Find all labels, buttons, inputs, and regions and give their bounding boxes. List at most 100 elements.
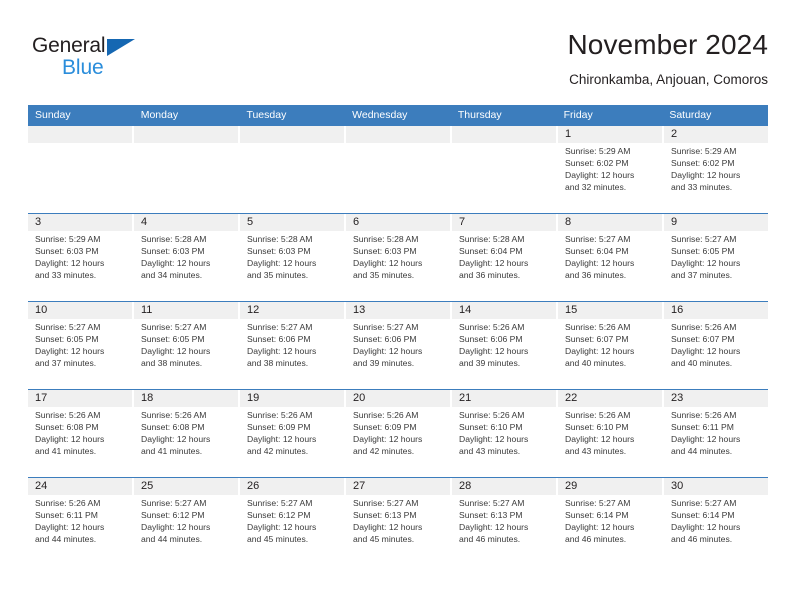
day-number: 23 bbox=[671, 392, 684, 404]
daylight-text: and 44 minutes. bbox=[141, 534, 203, 545]
day-number-band: 24 bbox=[28, 478, 132, 495]
calendar-day-cell[interactable]: 13 Sunrise: 5:27 AM Sunset: 6:06 PM Dayligh… bbox=[346, 302, 452, 389]
day-number: 24 bbox=[35, 480, 48, 492]
daylight-text: and 33 minutes. bbox=[35, 270, 97, 281]
daylight-text: and 37 minutes. bbox=[671, 270, 733, 281]
day-details: Sunrise: 5:28 AM Sunset: 6:04 PM Daylight:… bbox=[452, 231, 556, 281]
calendar-page: General Blue November 2024 Chironkamba, … bbox=[0, 0, 792, 612]
calendar-day-cell[interactable]: 1 Sunrise: 5:29 AM Sunset: 6:02 PM Daylight… bbox=[558, 126, 664, 213]
calendar-day-cell[interactable]: 18 Sunrise: 5:26 AM Sunset: 6:08 PM Dayligh… bbox=[134, 390, 240, 477]
day-number-band: 2 bbox=[664, 126, 768, 143]
sunset-text: Sunset: 6:03 PM bbox=[247, 246, 311, 257]
calendar-cell-empty bbox=[346, 126, 452, 213]
day-number: 26 bbox=[247, 480, 260, 492]
calendar-week-row: 10 Sunrise: 5:27 AM Sunset: 6:05 PM Dayligh… bbox=[28, 301, 768, 389]
daylight-text: Daylight: 12 hours bbox=[565, 258, 635, 269]
calendar-day-cell[interactable]: 6 Sunrise: 5:28 AM Sunset: 6:03 PM Daylight… bbox=[346, 214, 452, 301]
calendar-day-cell[interactable]: 9 Sunrise: 5:27 AM Sunset: 6:05 PM Daylight… bbox=[664, 214, 768, 301]
day-number-band: 9 bbox=[664, 214, 768, 231]
day-details: Sunrise: 5:27 AM Sunset: 6:14 PM Daylight:… bbox=[664, 495, 768, 545]
day-number-band: 18 bbox=[134, 390, 238, 407]
day-details: Sunrise: 5:27 AM Sunset: 6:06 PM Daylight:… bbox=[346, 319, 450, 369]
calendar-day-cell[interactable]: 4 Sunrise: 5:28 AM Sunset: 6:03 PM Daylight… bbox=[134, 214, 240, 301]
day-number: 4 bbox=[141, 216, 148, 228]
day-number-band: 15 bbox=[558, 302, 662, 319]
calendar-day-cell[interactable]: 11 Sunrise: 5:27 AM Sunset: 6:05 PM Dayligh… bbox=[134, 302, 240, 389]
day-details: Sunrise: 5:27 AM Sunset: 6:13 PM Daylight:… bbox=[452, 495, 556, 545]
calendar-day-cell[interactable]: 22 Sunrise: 5:26 AM Sunset: 6:10 PM Dayligh… bbox=[558, 390, 664, 477]
calendar-day-cell[interactable]: 15 Sunrise: 5:26 AM Sunset: 6:07 PM Dayligh… bbox=[558, 302, 664, 389]
day-number-band: 25 bbox=[134, 478, 238, 495]
day-number-band: 26 bbox=[240, 478, 344, 495]
day-details: Sunrise: 5:27 AM Sunset: 6:04 PM Daylight:… bbox=[558, 231, 662, 281]
calendar-day-cell[interactable]: 27 Sunrise: 5:27 AM Sunset: 6:13 PM Dayligh… bbox=[346, 478, 452, 565]
day-number-band bbox=[134, 126, 238, 143]
day-details: Sunrise: 5:26 AM Sunset: 6:11 PM Daylight:… bbox=[664, 407, 768, 457]
day-number-band: 28 bbox=[452, 478, 556, 495]
day-number-band: 22 bbox=[558, 390, 662, 407]
calendar-day-cell[interactable]: 3 Sunrise: 5:29 AM Sunset: 6:03 PM Daylight… bbox=[28, 214, 134, 301]
daylight-text: Daylight: 12 hours bbox=[565, 170, 635, 181]
calendar-day-cell[interactable]: 20 Sunrise: 5:26 AM Sunset: 6:09 PM Dayligh… bbox=[346, 390, 452, 477]
daylight-text: and 34 minutes. bbox=[141, 270, 203, 281]
calendar-day-cell[interactable]: 25 Sunrise: 5:27 AM Sunset: 6:12 PM Dayligh… bbox=[134, 478, 240, 565]
daylight-text: and 46 minutes. bbox=[671, 534, 733, 545]
day-details: Sunrise: 5:28 AM Sunset: 6:03 PM Daylight:… bbox=[240, 231, 344, 281]
daylight-text: Daylight: 12 hours bbox=[459, 522, 529, 533]
day-details: Sunrise: 5:26 AM Sunset: 6:10 PM Daylight:… bbox=[558, 407, 662, 457]
day-number: 30 bbox=[671, 480, 684, 492]
calendar-day-cell[interactable]: 24 Sunrise: 5:26 AM Sunset: 6:11 PM Dayligh… bbox=[28, 478, 134, 565]
calendar-day-cell[interactable]: 10 Sunrise: 5:27 AM Sunset: 6:05 PM Dayligh… bbox=[28, 302, 134, 389]
day-number: 9 bbox=[671, 216, 678, 228]
calendar-day-cell[interactable]: 16 Sunrise: 5:26 AM Sunset: 6:07 PM Dayligh… bbox=[664, 302, 768, 389]
calendar-weeks: 1 Sunrise: 5:29 AM Sunset: 6:02 PM Daylight… bbox=[28, 125, 768, 565]
calendar-day-cell[interactable]: 29 Sunrise: 5:27 AM Sunset: 6:14 PM Dayligh… bbox=[558, 478, 664, 565]
sunrise-text: Sunrise: 5:27 AM bbox=[353, 322, 419, 332]
daylight-text: and 39 minutes. bbox=[459, 358, 521, 369]
daylight-text: Daylight: 12 hours bbox=[247, 346, 317, 357]
general-blue-logo[interactable]: General Blue bbox=[32, 34, 162, 88]
day-number: 11 bbox=[141, 304, 153, 316]
day-number: 21 bbox=[459, 392, 472, 404]
day-details: Sunrise: 5:26 AM Sunset: 6:09 PM Daylight:… bbox=[240, 407, 344, 457]
daylight-text: Daylight: 12 hours bbox=[671, 346, 741, 357]
calendar-day-cell[interactable]: 12 Sunrise: 5:27 AM Sunset: 6:06 PM Dayligh… bbox=[240, 302, 346, 389]
sunrise-text: Sunrise: 5:26 AM bbox=[353, 410, 419, 420]
day-number: 15 bbox=[565, 304, 578, 316]
daylight-text: and 46 minutes. bbox=[459, 534, 521, 545]
daylight-text: and 46 minutes. bbox=[565, 534, 627, 545]
sunrise-text: Sunrise: 5:29 AM bbox=[35, 234, 101, 244]
calendar-day-cell[interactable]: 30 Sunrise: 5:27 AM Sunset: 6:14 PM Dayligh… bbox=[664, 478, 768, 565]
daylight-text: and 32 minutes. bbox=[565, 182, 627, 193]
daylight-text: Daylight: 12 hours bbox=[459, 346, 529, 357]
calendar-day-cell[interactable]: 8 Sunrise: 5:27 AM Sunset: 6:04 PM Daylight… bbox=[558, 214, 664, 301]
calendar-day-cell[interactable]: 14 Sunrise: 5:26 AM Sunset: 6:06 PM Dayligh… bbox=[452, 302, 558, 389]
day-details: Sunrise: 5:26 AM Sunset: 6:06 PM Daylight:… bbox=[452, 319, 556, 369]
sunset-text: Sunset: 6:13 PM bbox=[353, 510, 417, 521]
day-number: 18 bbox=[141, 392, 154, 404]
calendar-day-cell[interactable]: 26 Sunrise: 5:27 AM Sunset: 6:12 PM Dayligh… bbox=[240, 478, 346, 565]
calendar-day-cell[interactable]: 17 Sunrise: 5:26 AM Sunset: 6:08 PM Dayligh… bbox=[28, 390, 134, 477]
sunrise-text: Sunrise: 5:27 AM bbox=[565, 234, 631, 244]
weekday-header-saturday: Saturday bbox=[669, 109, 712, 121]
weekday-header-thursday: Thursday bbox=[457, 109, 502, 121]
daylight-text: and 35 minutes. bbox=[353, 270, 415, 281]
calendar-day-cell[interactable]: 28 Sunrise: 5:27 AM Sunset: 6:13 PM Dayligh… bbox=[452, 478, 558, 565]
sunset-text: Sunset: 6:07 PM bbox=[565, 334, 629, 345]
day-number-band: 13 bbox=[346, 302, 450, 319]
day-number-band: 21 bbox=[452, 390, 556, 407]
sunset-text: Sunset: 6:09 PM bbox=[247, 422, 311, 433]
calendar-day-cell[interactable]: 21 Sunrise: 5:26 AM Sunset: 6:10 PM Dayligh… bbox=[452, 390, 558, 477]
calendar-day-cell[interactable]: 23 Sunrise: 5:26 AM Sunset: 6:11 PM Dayligh… bbox=[664, 390, 768, 477]
weekday-header-wednesday: Wednesday bbox=[352, 109, 408, 121]
sunset-text: Sunset: 6:06 PM bbox=[459, 334, 523, 345]
weekday-header-friday: Friday bbox=[563, 109, 593, 121]
sunset-text: Sunset: 6:05 PM bbox=[671, 246, 735, 257]
calendar-day-cell[interactable]: 5 Sunrise: 5:28 AM Sunset: 6:03 PM Daylight… bbox=[240, 214, 346, 301]
weekday-header-row: Sunday Monday Tuesday Wednesday Thursday Frid… bbox=[28, 105, 768, 125]
calendar-day-cell[interactable]: 7 Sunrise: 5:28 AM Sunset: 6:04 PM Daylight… bbox=[452, 214, 558, 301]
calendar-day-cell[interactable]: 19 Sunrise: 5:26 AM Sunset: 6:09 PM Dayligh… bbox=[240, 390, 346, 477]
sunrise-text: Sunrise: 5:27 AM bbox=[353, 498, 419, 508]
calendar-day-cell[interactable]: 2 Sunrise: 5:29 AM Sunset: 6:02 PM Daylight… bbox=[664, 126, 768, 213]
sunset-text: Sunset: 6:05 PM bbox=[35, 334, 99, 345]
